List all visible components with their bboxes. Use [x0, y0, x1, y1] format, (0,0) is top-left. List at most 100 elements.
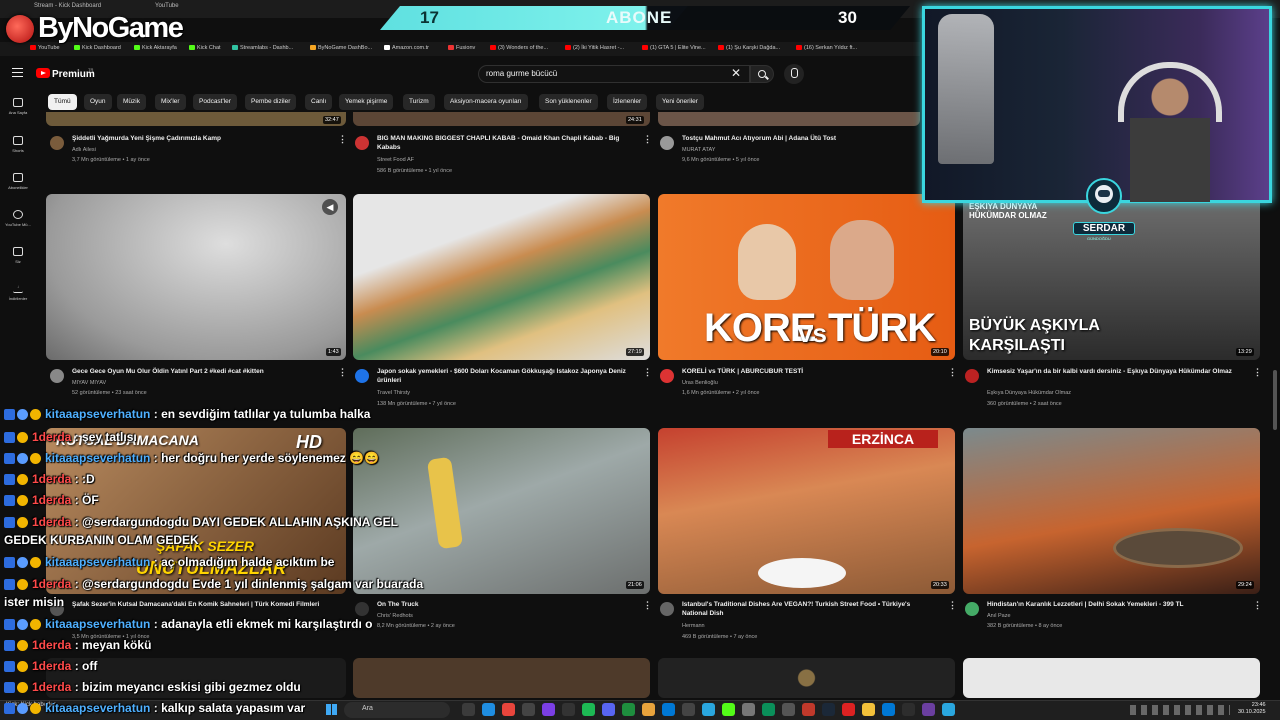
video-thumbnail[interactable]: [353, 194, 650, 360]
video-title[interactable]: Gece Gece Oyun Mu Olur Öldin Yatınl Part…: [72, 367, 327, 376]
more-options-icon[interactable]: ⋮: [1253, 367, 1262, 378]
chat-username[interactable]: 1derda: [32, 515, 71, 529]
chat-username[interactable]: kitaaapseverhatun: [45, 407, 150, 421]
chat-username[interactable]: kitaaapseverhatun: [45, 617, 150, 631]
video-thumbnail[interactable]: [46, 194, 346, 360]
chrome-icon[interactable]: [502, 703, 515, 716]
bookmark-item[interactable]: YouTube: [30, 45, 60, 51]
file-explorer-icon[interactable]: [862, 703, 875, 716]
chip-all[interactable]: Tümü: [48, 94, 77, 110]
kick-icon[interactable]: [722, 703, 735, 716]
system-tray-icons[interactable]: [1130, 705, 1230, 715]
video-thumbnail[interactable]: [353, 428, 650, 594]
app-icon[interactable]: [542, 703, 555, 716]
bookmark-item[interactable]: (1) GTA 5 | Elite Vine...: [642, 45, 706, 51]
channel-name[interactable]: MURAT ATAY: [682, 147, 715, 153]
voice-search-mic-icon[interactable]: [784, 64, 804, 84]
app-icon[interactable]: [642, 703, 655, 716]
channel-name[interactable]: Uras Benlioğlu: [682, 380, 718, 386]
tab-youtube[interactable]: YouTube: [155, 3, 179, 9]
app-icon[interactable]: [762, 703, 775, 716]
channel-name[interactable]: Anıl Paze: [987, 613, 1011, 619]
chat-username[interactable]: kitaaapseverhatun: [45, 451, 150, 465]
video-thumbnail[interactable]: [963, 658, 1260, 698]
chat-username[interactable]: 1derda: [32, 638, 71, 652]
channel-name[interactable]: Adlı Ailesi: [72, 147, 96, 153]
app-icon[interactable]: [742, 703, 755, 716]
chip-item[interactable]: Mix'ler: [155, 94, 186, 110]
bookmark-item[interactable]: Fusionv: [448, 45, 475, 51]
app-icon[interactable]: [622, 703, 635, 716]
app-icon[interactable]: [922, 703, 935, 716]
chat-username[interactable]: kitaaapseverhatun: [45, 555, 150, 569]
more-options-icon[interactable]: ⋮: [338, 134, 347, 145]
bookmark-item[interactable]: (3) Wonders of the...: [490, 45, 548, 51]
chat-username[interactable]: kitaaapseverhatun: [45, 701, 150, 715]
video-title[interactable]: Japon sokak yemekleri - $600 Doları Koca…: [377, 367, 632, 385]
sidebar-item-you[interactable]: Siz: [0, 247, 36, 264]
channel-avatar[interactable]: [50, 136, 64, 150]
video-title[interactable]: On The Truck: [377, 600, 632, 609]
channel-avatar[interactable]: [355, 602, 369, 616]
edge-icon[interactable]: [482, 703, 495, 716]
sidebar-item-downloads[interactable]: ↓ İndirilenler: [0, 284, 36, 301]
bookmark-item[interactable]: Kick Aktarayfa: [134, 45, 177, 51]
channel-name[interactable]: MIYAV MIYAV: [72, 380, 106, 386]
chip-item[interactable]: Aksiyon-macera oyunları: [444, 94, 528, 110]
video-thumbnail[interactable]: [46, 112, 346, 126]
app-icon[interactable]: [702, 703, 715, 716]
clear-search-icon[interactable]: ✕: [731, 67, 741, 79]
bookmark-item[interactable]: (16) Serkan Yıldız ft...: [796, 45, 857, 51]
app-icon[interactable]: [782, 703, 795, 716]
more-options-icon[interactable]: ⋮: [1253, 600, 1262, 611]
chip-item[interactable]: Podcast'ler: [193, 94, 237, 110]
video-thumbnail[interactable]: [353, 112, 650, 126]
video-title[interactable]: Şafak Sezer'in Kutsal Damacana'daki En K…: [72, 600, 327, 609]
video-thumbnail[interactable]: [963, 428, 1260, 594]
channel-avatar[interactable]: [660, 136, 674, 150]
chat-username[interactable]: 1derda: [32, 577, 71, 591]
app-icon[interactable]: [942, 703, 955, 716]
spotify-icon[interactable]: [582, 703, 595, 716]
more-options-icon[interactable]: ⋮: [948, 367, 957, 378]
channel-name[interactable]: Hermann: [682, 623, 705, 629]
chip-item[interactable]: Pembe diziler: [245, 94, 297, 110]
sidebar-item-shorts[interactable]: Shorts: [0, 136, 36, 153]
video-title[interactable]: Tostçu Mahmut Acı Atıyorum Abi | Adana Ü…: [682, 134, 937, 143]
bookmark-item[interactable]: (1) Şu Karşki Dağda...: [718, 45, 780, 51]
task-view-icon[interactable]: [462, 703, 475, 716]
obs-icon[interactable]: [562, 703, 575, 716]
video-title[interactable]: Kimsesiz Yaşar'ın da bir kalbi vardı der…: [987, 367, 1249, 376]
page-scrollbar[interactable]: [1273, 370, 1277, 430]
app-icon[interactable]: [882, 703, 895, 716]
sidebar-item-music[interactable]: YouTube Mü...: [0, 210, 36, 227]
outlook-icon[interactable]: [662, 703, 675, 716]
channel-avatar[interactable]: [660, 369, 674, 383]
video-thumbnail[interactable]: [658, 112, 920, 126]
bookmark-item[interactable]: ByNoGame DashBo...: [310, 45, 372, 51]
video-title[interactable]: Şiddetli Yağmurda Yeni Şişme Çadırımızla…: [72, 134, 327, 143]
video-title[interactable]: BIG MAN MAKING BIGGEST CHAPLI KABAB - Om…: [377, 134, 632, 152]
channel-name[interactable]: Travel Thirsty: [377, 390, 410, 396]
app-icon[interactable]: [842, 703, 855, 716]
youtube-logo-icon[interactable]: [36, 68, 50, 78]
sidebar-item-subscriptions[interactable]: Abonelikler: [0, 173, 36, 190]
video-thumbnail[interactable]: ERZİNCA: [658, 428, 955, 594]
discord-icon[interactable]: [602, 703, 615, 716]
hamburger-menu-icon[interactable]: [12, 68, 23, 77]
app-icon[interactable]: [682, 703, 695, 716]
chip-item[interactable]: Yemek pişirme: [339, 94, 394, 110]
video-title[interactable]: KORELİ vs TÜRK | ABURCUBUR TESTİ: [682, 367, 937, 376]
channel-avatar[interactable]: [965, 602, 979, 616]
chip-item[interactable]: Canlı: [305, 94, 333, 110]
steam-icon[interactable]: [822, 703, 835, 716]
chip-item[interactable]: Yeni öneriler: [656, 94, 704, 110]
chat-username[interactable]: 1derda: [32, 472, 71, 486]
bookmark-item[interactable]: Streamlabs - Dashb...: [232, 45, 293, 51]
chip-item[interactable]: Müzik: [117, 94, 146, 110]
more-options-icon[interactable]: ⋮: [643, 134, 652, 145]
bookmark-item[interactable]: Kick Chat: [189, 45, 221, 51]
more-options-icon[interactable]: ⋮: [643, 367, 652, 378]
channel-avatar[interactable]: [965, 369, 979, 383]
taskbar-clock[interactable]: 23:46 30.10.2025: [1238, 702, 1266, 716]
